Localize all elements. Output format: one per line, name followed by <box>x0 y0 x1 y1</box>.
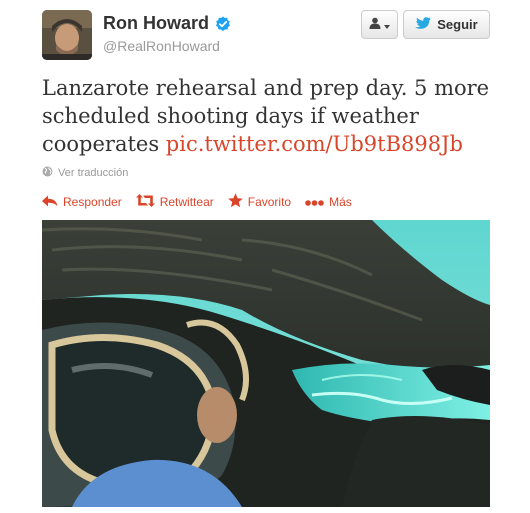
translate-label: Ver traducción <box>58 167 129 179</box>
tweet-text: Lanzarote rehearsal and prep day. 5 more… <box>42 74 502 158</box>
tweet-photo[interactable] <box>42 220 490 507</box>
follow-button[interactable]: Seguir <box>403 10 490 39</box>
more-button[interactable]: Más <box>305 193 352 211</box>
more-dots-icon <box>305 195 324 209</box>
reply-button[interactable]: Responder <box>42 193 122 211</box>
verified-badge-icon <box>215 16 231 32</box>
retweet-icon <box>135 194 155 210</box>
follow-button-label: Seguir <box>437 17 478 32</box>
favorite-button[interactable]: Favorito <box>227 193 292 211</box>
user-actions-dropdown[interactable] <box>361 10 398 39</box>
avatar[interactable] <box>42 10 92 60</box>
retweet-button[interactable]: Retwittear <box>135 193 214 211</box>
translate-link[interactable]: Ver traducción <box>42 166 128 180</box>
user-name[interactable]: Ron Howard <box>103 13 209 34</box>
twitter-bird-icon <box>415 16 432 33</box>
tweet-actions: Responder Retwittear Favorito Más <box>42 193 352 211</box>
user-name-row[interactable]: Ron Howard <box>103 13 231 34</box>
tweet-card: Ron Howard @RealRonHoward Seguir Lanzaro… <box>0 0 530 513</box>
favorite-label: Favorito <box>247 195 292 209</box>
globe-icon <box>42 166 53 180</box>
more-label: Más <box>329 195 352 209</box>
chevron-down-icon <box>384 16 390 34</box>
star-icon <box>227 193 243 211</box>
reply-arrow-icon <box>42 195 58 210</box>
reply-label: Responder <box>63 195 122 209</box>
user-icon <box>369 16 381 34</box>
user-handle[interactable]: @RealRonHoward <box>103 38 220 54</box>
retweet-label: Retwittear <box>159 195 214 209</box>
tweet-media-link[interactable]: pic.twitter.com/Ub9tB898Jb <box>166 132 463 156</box>
